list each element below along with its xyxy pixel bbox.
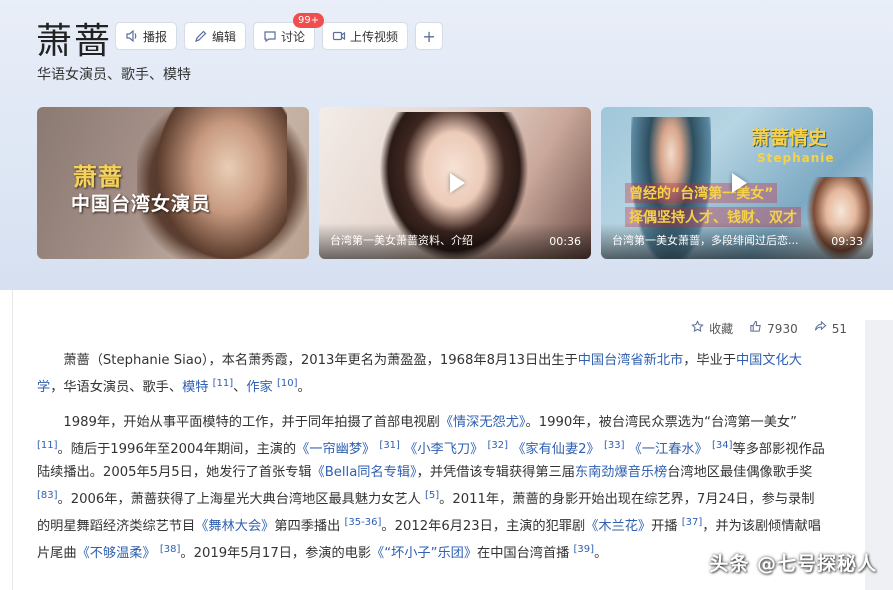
- link-music-chart[interactable]: 东南劲爆音乐榜: [575, 465, 667, 480]
- citation[interactable]: [11]: [37, 440, 58, 451]
- link-movie[interactable]: 《“坏小子”乐团》: [371, 546, 477, 561]
- video-card-1[interactable]: 萧蔷 中国台湾女演员: [37, 107, 309, 259]
- link-drama-2[interactable]: 《一帘幽梦》: [296, 442, 375, 457]
- career-paragraph: 1989年，开始从事平面模特的工作，并于同年拍摄了首部电视剧《情深无怨尤》。19…: [37, 411, 827, 565]
- broadcast-label: 播报: [143, 29, 168, 44]
- broadcast-button[interactable]: 播报: [115, 22, 178, 50]
- video-camera-icon: [332, 29, 346, 43]
- thumbs-up-icon: [749, 320, 762, 337]
- like-count: 7930: [767, 321, 798, 336]
- overlay-name: 萧蔷: [73, 163, 123, 191]
- chat-bubble-icon: [263, 29, 277, 43]
- text: 。2006年，萧蔷获得了上海星光大典台湾地区最具魅力女艺人: [57, 492, 421, 507]
- add-button[interactable]: +: [415, 22, 444, 50]
- citation[interactable]: [5]: [425, 490, 439, 501]
- overlay-subtitle: 中国台湾女演员: [71, 193, 212, 215]
- text: 。2012年6月23日，主演的犯罪剧: [381, 519, 586, 534]
- entry-subtitle: 华语女演员、歌手、模特: [37, 67, 191, 83]
- link-drama-5[interactable]: 《一江春水》: [629, 442, 708, 457]
- text: 萧蔷（Stephanie Siao），本名萧秀霞，2013年更名为萧盈盈，196…: [63, 353, 578, 368]
- entry-header: 萧蔷 华语女演员、歌手、模特 播报 编辑 讨论 99+ 上传视频 + 萧蔷 中国…: [0, 0, 893, 290]
- citation[interactable]: [39]: [574, 544, 595, 555]
- portrait-face: [157, 107, 287, 259]
- citation[interactable]: [10]: [277, 378, 298, 389]
- pencil-icon: [194, 29, 208, 43]
- star-icon: [691, 320, 704, 337]
- text: 。2019年5月17日，参演的电影: [180, 546, 372, 561]
- citation[interactable]: [38]: [160, 544, 181, 555]
- citation[interactable]: [33]: [604, 440, 625, 451]
- citation[interactable]: [31]: [379, 440, 400, 451]
- edit-button[interactable]: 编辑: [184, 22, 247, 50]
- collect-label: 收藏: [709, 322, 734, 336]
- link-drama-1[interactable]: 《情深无怨尤》: [440, 415, 526, 430]
- video-caption: 台湾第一美女萧蔷，多段绯闻过后恋...: [612, 234, 799, 247]
- citation[interactable]: [34]: [712, 440, 733, 451]
- article-toolbar: 收藏 7930 51: [691, 320, 847, 337]
- overlay-title: 萧蔷情史: [751, 127, 828, 149]
- link-crime-drama[interactable]: 《木兰花》: [585, 519, 651, 534]
- discuss-count-badge: 99+: [293, 13, 325, 28]
- edit-label: 编辑: [212, 29, 237, 44]
- text: ，并凭借该专辑获得第三届: [416, 465, 575, 480]
- video-caption: 台湾第一美女萧蔷资料、介绍: [330, 234, 473, 247]
- video-card-2[interactable]: 台湾第一美女萧蔷资料、介绍 00:36: [319, 107, 591, 259]
- link-song[interactable]: 《不够温柔》: [77, 546, 156, 561]
- video-duration: 09:33: [831, 235, 863, 248]
- text: ，华语女演员、歌手、: [50, 380, 183, 395]
- link-model[interactable]: 模特: [182, 380, 208, 395]
- text: 1989年，开始从事平面模特的工作，并于同年拍摄了首部电视剧: [63, 415, 440, 430]
- share-count: 51: [831, 321, 847, 336]
- text: 。随后于1996年至2004年期间，主演的: [57, 442, 297, 457]
- page-title: 萧蔷: [36, 21, 113, 62]
- citation[interactable]: [37]: [682, 517, 703, 528]
- discuss-button[interactable]: 讨论 99+: [253, 13, 325, 50]
- text: 台湾地区最佳偶像歌手奖: [667, 465, 813, 480]
- summary-paragraph: 萧蔷（Stephanie Siao），本名萧秀霞，2013年更名为萧盈盈，196…: [37, 349, 827, 399]
- upload-video-button[interactable]: 上传视频: [322, 22, 409, 50]
- text: 。1990年，被台湾民众票选为“台湾第一美女”: [525, 415, 797, 430]
- text: 开播: [651, 519, 678, 534]
- speaker-icon: [125, 29, 139, 43]
- text: ，毕业于: [683, 353, 736, 368]
- link-variety-show[interactable]: 《舞林大会》: [195, 519, 274, 534]
- overlay-line-1: 曾经的“台湾第一美女”: [625, 183, 778, 203]
- plus-icon: +: [422, 26, 436, 46]
- action-bar: 播报 编辑 讨论 99+ 上传视频 +: [115, 13, 444, 50]
- link-album[interactable]: 《Bella同名专辑》: [312, 465, 417, 480]
- text: 第四季播出: [274, 519, 341, 534]
- link-drama-4[interactable]: 《家有仙妻2》: [512, 442, 600, 457]
- text: 。: [297, 380, 311, 395]
- citation[interactable]: [11]: [213, 378, 234, 389]
- play-icon[interactable]: [722, 168, 752, 198]
- share-icon: [814, 320, 827, 337]
- discuss-label: 讨论: [281, 29, 306, 44]
- text: 。: [594, 546, 608, 561]
- upload-video-label: 上传视频: [350, 29, 399, 44]
- citation[interactable]: [83]: [37, 490, 58, 501]
- article-body: 收藏 7930 51 萧蔷（Stephanie Siao），本名萧秀霞，2013…: [0, 290, 893, 590]
- share-button[interactable]: 51: [814, 320, 847, 337]
- video-duration: 00:36: [549, 235, 581, 248]
- play-icon[interactable]: [440, 168, 470, 198]
- link-birthplace[interactable]: 中国台湾省新北市: [578, 353, 684, 368]
- text: 在中国台湾首播: [477, 546, 570, 561]
- like-button[interactable]: 7930: [749, 320, 798, 337]
- overlay-english-name: Stephanie: [757, 151, 835, 165]
- video-card-3[interactable]: 萧蔷情史 Stephanie 曾经的“台湾第一美女” 择偶坚持人才、钱财、双才 …: [601, 107, 873, 259]
- source-watermark: 头条 @七号探秘人: [709, 553, 877, 575]
- citation[interactable]: [35-36]: [345, 517, 382, 528]
- collect-button[interactable]: 收藏: [691, 320, 733, 337]
- text: 、: [233, 380, 247, 395]
- link-drama-3[interactable]: 《小李飞刀》: [404, 442, 483, 457]
- link-writer[interactable]: 作家: [246, 380, 272, 395]
- citation[interactable]: [32]: [487, 440, 508, 451]
